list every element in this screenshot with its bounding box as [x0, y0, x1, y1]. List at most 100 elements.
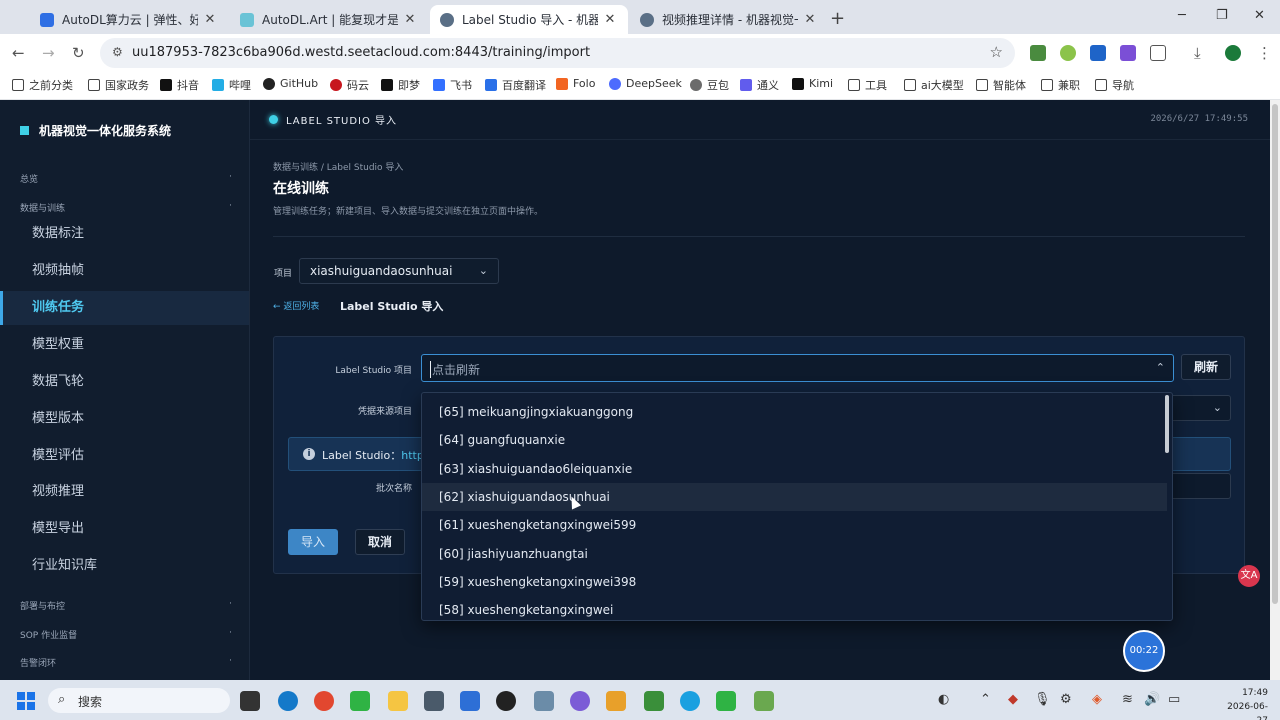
bookmark-item[interactable]: GitHub — [263, 77, 318, 90]
tray-app-icon[interactable]: ⚙ — [1060, 692, 1072, 707]
windows-start-icon[interactable] — [17, 692, 35, 710]
recording-timer[interactable]: 00:22 — [1123, 630, 1165, 672]
app-icon[interactable] — [570, 691, 590, 711]
qq-icon[interactable] — [496, 691, 516, 711]
chrome-icon[interactable] — [314, 691, 334, 711]
dropdown-option[interactable]: [60] jiashiyuanzhuangtai — [422, 540, 1167, 568]
sidebar-item-model-weights[interactable]: 模型权重 — [0, 328, 249, 362]
taskbar-clock[interactable]: 17:49 2026-06-27 — [1218, 686, 1268, 720]
app-icon[interactable] — [424, 691, 444, 711]
sidebar-item-training-tasks[interactable]: 训练任务 — [0, 291, 249, 325]
translate-icon[interactable]: 文A — [1238, 565, 1260, 587]
window-close-icon[interactable]: ✕ — [1254, 8, 1265, 23]
bookmark-item[interactable]: ai大模型 — [904, 77, 964, 93]
sidebar-item-data-flywheel[interactable]: 数据飞轮 — [0, 365, 249, 399]
microphone-icon[interactable]: 🎙 — [1034, 692, 1051, 707]
maximize-icon[interactable]: ❐ — [1216, 8, 1228, 23]
extension-markdown-icon[interactable] — [1090, 45, 1106, 61]
app-icon[interactable] — [606, 691, 626, 711]
edge-icon[interactable] — [278, 691, 298, 711]
sidebar-section-data-training[interactable]: 数据与训练 · — [20, 201, 232, 214]
sidebar-item-video-frames[interactable]: 视频抽帧 — [0, 254, 249, 288]
cancel-button[interactable]: 取消 — [355, 529, 405, 555]
close-icon[interactable]: ✕ — [402, 12, 418, 27]
bookmark-item[interactable]: Folo — [556, 77, 595, 90]
app-icon[interactable] — [754, 691, 774, 711]
bookmark-item[interactable]: 智能体 — [976, 77, 1026, 93]
back-to-list-link[interactable]: ← 返回列表 — [273, 299, 319, 312]
sidebar-item-knowledge-base[interactable]: 行业知识库 — [0, 549, 249, 583]
bookmark-item[interactable]: 之前分类 — [12, 77, 73, 93]
tray-app-icon[interactable]: ◈ — [1092, 692, 1102, 707]
sidebar-item-data-labeling[interactable]: 数据标注 — [0, 217, 249, 251]
bookmark-item[interactable]: 通义 — [740, 77, 779, 93]
sidebar-item-model-eval[interactable]: 模型评估 — [0, 439, 249, 473]
dropdown-option[interactable]: [58] xueshengketangxingwei — [422, 596, 1167, 620]
import-button[interactable]: 导入 — [288, 529, 338, 555]
taskbar-search[interactable]: ⌕ 搜索 — [48, 688, 230, 713]
bookmark-star-icon[interactable]: ☆ — [990, 43, 1003, 61]
task-view-icon[interactable] — [240, 691, 260, 711]
address-bar[interactable]: ⚙ uu187953-7823c6ba906d.westd.seetacloud… — [100, 38, 1015, 68]
ls-project-select[interactable]: 点击刷新 ⌃ — [421, 354, 1174, 382]
app-icon[interactable] — [460, 691, 480, 711]
bookmark-item[interactable]: 飞书 — [433, 77, 472, 93]
app-icon[interactable] — [644, 691, 664, 711]
browser-tab-video-inference[interactable]: 视频推理详情 - 机器视觉一体化 ✕ — [630, 5, 828, 34]
profile-avatar[interactable] — [1225, 45, 1241, 61]
refresh-button[interactable]: 刷新 — [1181, 354, 1231, 380]
site-info-icon[interactable]: ⚙ — [112, 45, 123, 59]
show-hidden-icons-icon[interactable]: ⌃ — [980, 692, 991, 707]
app-icon[interactable] — [716, 691, 736, 711]
dropdown-option[interactable]: [62] xiashuiguandaosunhuai — [422, 483, 1167, 511]
wechat-icon[interactable] — [350, 691, 370, 711]
bookmark-item[interactable]: 哔哩 — [212, 77, 251, 93]
bookmark-item[interactable]: 抖音 — [160, 77, 199, 93]
project-select[interactable]: xiashuiguandaosunhuai ⌄ — [299, 258, 499, 284]
bookmark-item[interactable]: DeepSeek — [609, 77, 682, 90]
bookmark-item[interactable]: 豆包 — [690, 77, 729, 93]
tray-app-icon[interactable]: ◐ — [938, 692, 949, 707]
bookmark-item[interactable]: 国家政务 — [88, 77, 149, 93]
page-scrollbar[interactable] — [1270, 100, 1280, 680]
bookmark-item[interactable]: 即梦 — [381, 77, 420, 93]
sidebar-section-alerts[interactable]: 告警闭环 · — [20, 656, 232, 669]
sidebar-item-model-versions[interactable]: 模型版本 — [0, 402, 249, 436]
sidebar-item-model-export[interactable]: 模型导出 — [0, 512, 249, 546]
bookmark-item[interactable]: Kimi — [792, 77, 833, 90]
browser-tab-autodl-art[interactable]: AutoDL.Art | 能复现才是好算 ✕ — [230, 5, 428, 34]
scrollbar-thumb[interactable] — [1272, 104, 1278, 604]
bookmark-item[interactable]: 工具 — [848, 77, 887, 93]
dropdown-option[interactable]: [65] meikuangjingxiakuanggong — [422, 398, 1167, 426]
reload-icon[interactable]: ↻ — [72, 44, 85, 62]
tray-app-icon[interactable]: ◆ — [1008, 692, 1018, 707]
downloads-icon[interactable]: ⤓ — [1194, 44, 1201, 62]
dropdown-option[interactable]: [59] xueshengketangxingwei398 — [422, 568, 1167, 596]
bookmark-item[interactable]: 兼职 — [1041, 77, 1080, 93]
close-icon[interactable]: ✕ — [802, 12, 818, 27]
extensions-puzzle-icon[interactable] — [1150, 45, 1166, 61]
close-icon[interactable]: ✕ — [202, 12, 218, 27]
app-icon[interactable] — [534, 691, 554, 711]
app-icon[interactable] — [680, 691, 700, 711]
new-tab-button[interactable]: + — [830, 8, 845, 29]
dropdown-scrollbar[interactable] — [1165, 395, 1169, 453]
volume-icon[interactable]: 🔊 — [1144, 692, 1160, 707]
sidebar-section-deploy[interactable]: 部署与布控 · — [20, 599, 232, 612]
extension-leaf-icon[interactable] — [1060, 45, 1076, 61]
bookmark-item[interactable]: 码云 — [330, 77, 369, 93]
close-icon[interactable]: ✕ — [602, 12, 618, 27]
extension-g-icon[interactable] — [1120, 45, 1136, 61]
dropdown-option[interactable]: [64] guangfuquanxie — [422, 426, 1167, 454]
dropdown-option[interactable]: [61] xueshengketangxingwei599 — [422, 511, 1167, 539]
minimize-icon[interactable]: ─ — [1178, 8, 1186, 23]
sidebar-section-sop[interactable]: SOP 作业监督 · — [20, 628, 232, 641]
sidebar-item-video-inference[interactable]: 视频推理 — [0, 475, 249, 509]
file-explorer-icon[interactable] — [388, 691, 408, 711]
browser-tab-autodl[interactable]: AutoDL算力云 | 弹性、好用、 ✕ — [30, 5, 228, 34]
sidebar-section-overview[interactable]: 总览 · — [20, 172, 232, 185]
menu-dots-icon[interactable]: ⋮ — [1257, 44, 1272, 62]
bookmark-item[interactable]: 百度翻译 — [485, 77, 546, 93]
forward-arrow-icon[interactable]: → — [42, 44, 55, 62]
extension-download-icon[interactable] — [1030, 45, 1046, 61]
